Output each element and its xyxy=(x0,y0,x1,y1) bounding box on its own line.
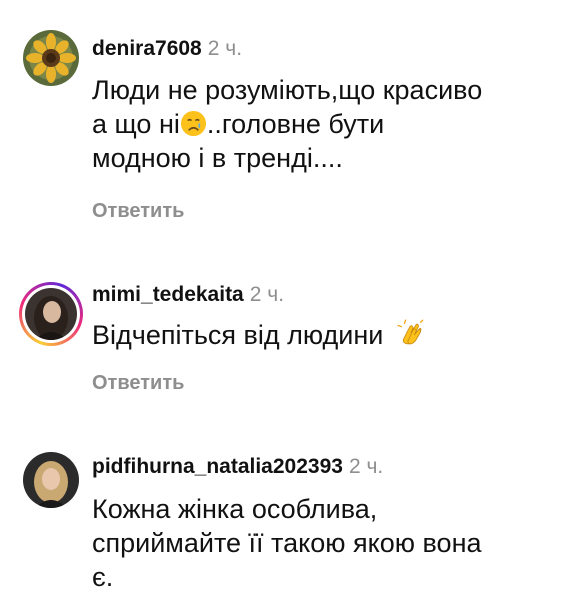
comment-text: Кожна жінка особлива, сприймайте її тако… xyxy=(92,492,552,594)
username[interactable]: mimi_tedekaita xyxy=(92,283,244,306)
username[interactable]: denira7608 xyxy=(92,37,202,60)
comment-text: Люди не розуміють,що красиво а що ні ..г… xyxy=(92,73,552,175)
timestamp: 2 ч. xyxy=(348,455,384,478)
avatar[interactable] xyxy=(23,30,79,86)
portrait-avatar-image xyxy=(25,288,77,340)
clapping-hands-emoji-icon xyxy=(397,319,424,345)
comment-header: mimi_tedekaita 2 ч. xyxy=(92,282,284,308)
comment-text-segment: Відчепіться від людини xyxy=(92,320,384,350)
comment-header: pidfihurna_natalia202393 2 ч. xyxy=(92,454,383,480)
comment-text-line: модною і в тренді.... xyxy=(92,143,343,173)
comment-text-segment: а що ні xyxy=(92,109,180,139)
comment-text-line: Кожна жінка особлива, xyxy=(92,494,378,524)
timestamp: 2 ч. xyxy=(249,283,285,306)
avatar xyxy=(25,288,77,340)
timestamp: 2 ч. xyxy=(207,37,243,60)
sunflower-avatar-image xyxy=(23,30,79,86)
comment-header: denira7608 2 ч. xyxy=(92,36,242,62)
reply-button[interactable]: Ответить xyxy=(92,200,184,223)
comment-text-line: є. xyxy=(92,562,114,592)
comment-text-line: Люди не розуміють,що красиво xyxy=(92,75,483,105)
reply-button[interactable]: Ответить xyxy=(92,372,184,395)
comment-text-line: сприймайте її такою якою вона xyxy=(92,528,482,558)
comment-text-line: а що ні ..головне бути xyxy=(92,107,552,141)
username[interactable]: pidfihurna_natalia202393 xyxy=(92,455,343,478)
crying-face-emoji-icon xyxy=(180,110,206,137)
comment-text: Відчепіться від людини xyxy=(92,318,552,352)
portrait-avatar-image xyxy=(23,452,79,508)
avatar[interactable] xyxy=(23,452,79,508)
comment-text-segment: ..головне бути xyxy=(206,109,385,139)
story-ring[interactable] xyxy=(19,282,83,346)
